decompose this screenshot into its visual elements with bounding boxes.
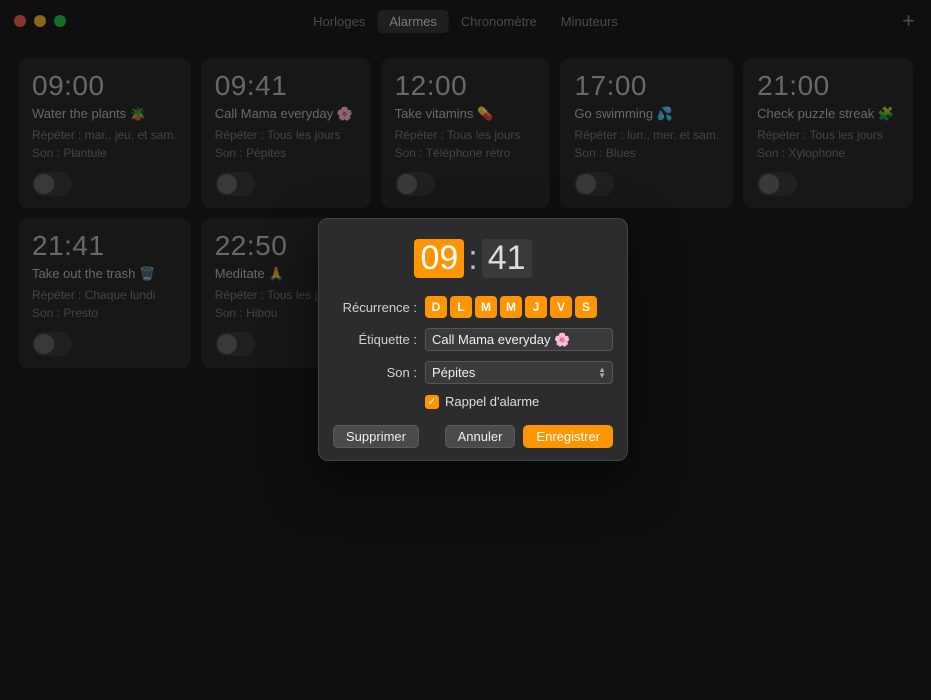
time-colon: :	[466, 239, 479, 278]
edit-alarm-dialog: 09 : 41 Récurrence : D L M M J V S Étiqu…	[318, 218, 628, 461]
day-mon[interactable]: L	[450, 296, 472, 318]
label-input[interactable]	[425, 328, 613, 351]
day-picker: D L M M J V S	[425, 296, 613, 318]
sound-value: Pépites	[432, 365, 475, 380]
hours-field[interactable]: 09	[414, 239, 464, 278]
recurrence-label: Récurrence :	[333, 300, 425, 315]
etiquette-label: Étiquette :	[333, 332, 425, 347]
day-tue[interactable]: M	[475, 296, 497, 318]
sound-label: Son :	[333, 365, 425, 380]
day-sat[interactable]: S	[575, 296, 597, 318]
chevron-updown-icon: ▲▼	[598, 367, 606, 379]
minutes-field[interactable]: 41	[482, 239, 532, 278]
time-picker[interactable]: 09 : 41	[333, 239, 613, 278]
sound-select[interactable]: Pépites ▲▼	[425, 361, 613, 384]
day-sun[interactable]: D	[425, 296, 447, 318]
day-fri[interactable]: V	[550, 296, 572, 318]
snooze-checkbox[interactable]: ✓	[425, 395, 439, 409]
cancel-button[interactable]: Annuler	[445, 425, 516, 448]
save-button[interactable]: Enregistrer	[523, 425, 613, 448]
snooze-label: Rappel d'alarme	[445, 394, 539, 409]
delete-button[interactable]: Supprimer	[333, 425, 419, 448]
day-thu[interactable]: J	[525, 296, 547, 318]
day-wed[interactable]: M	[500, 296, 522, 318]
